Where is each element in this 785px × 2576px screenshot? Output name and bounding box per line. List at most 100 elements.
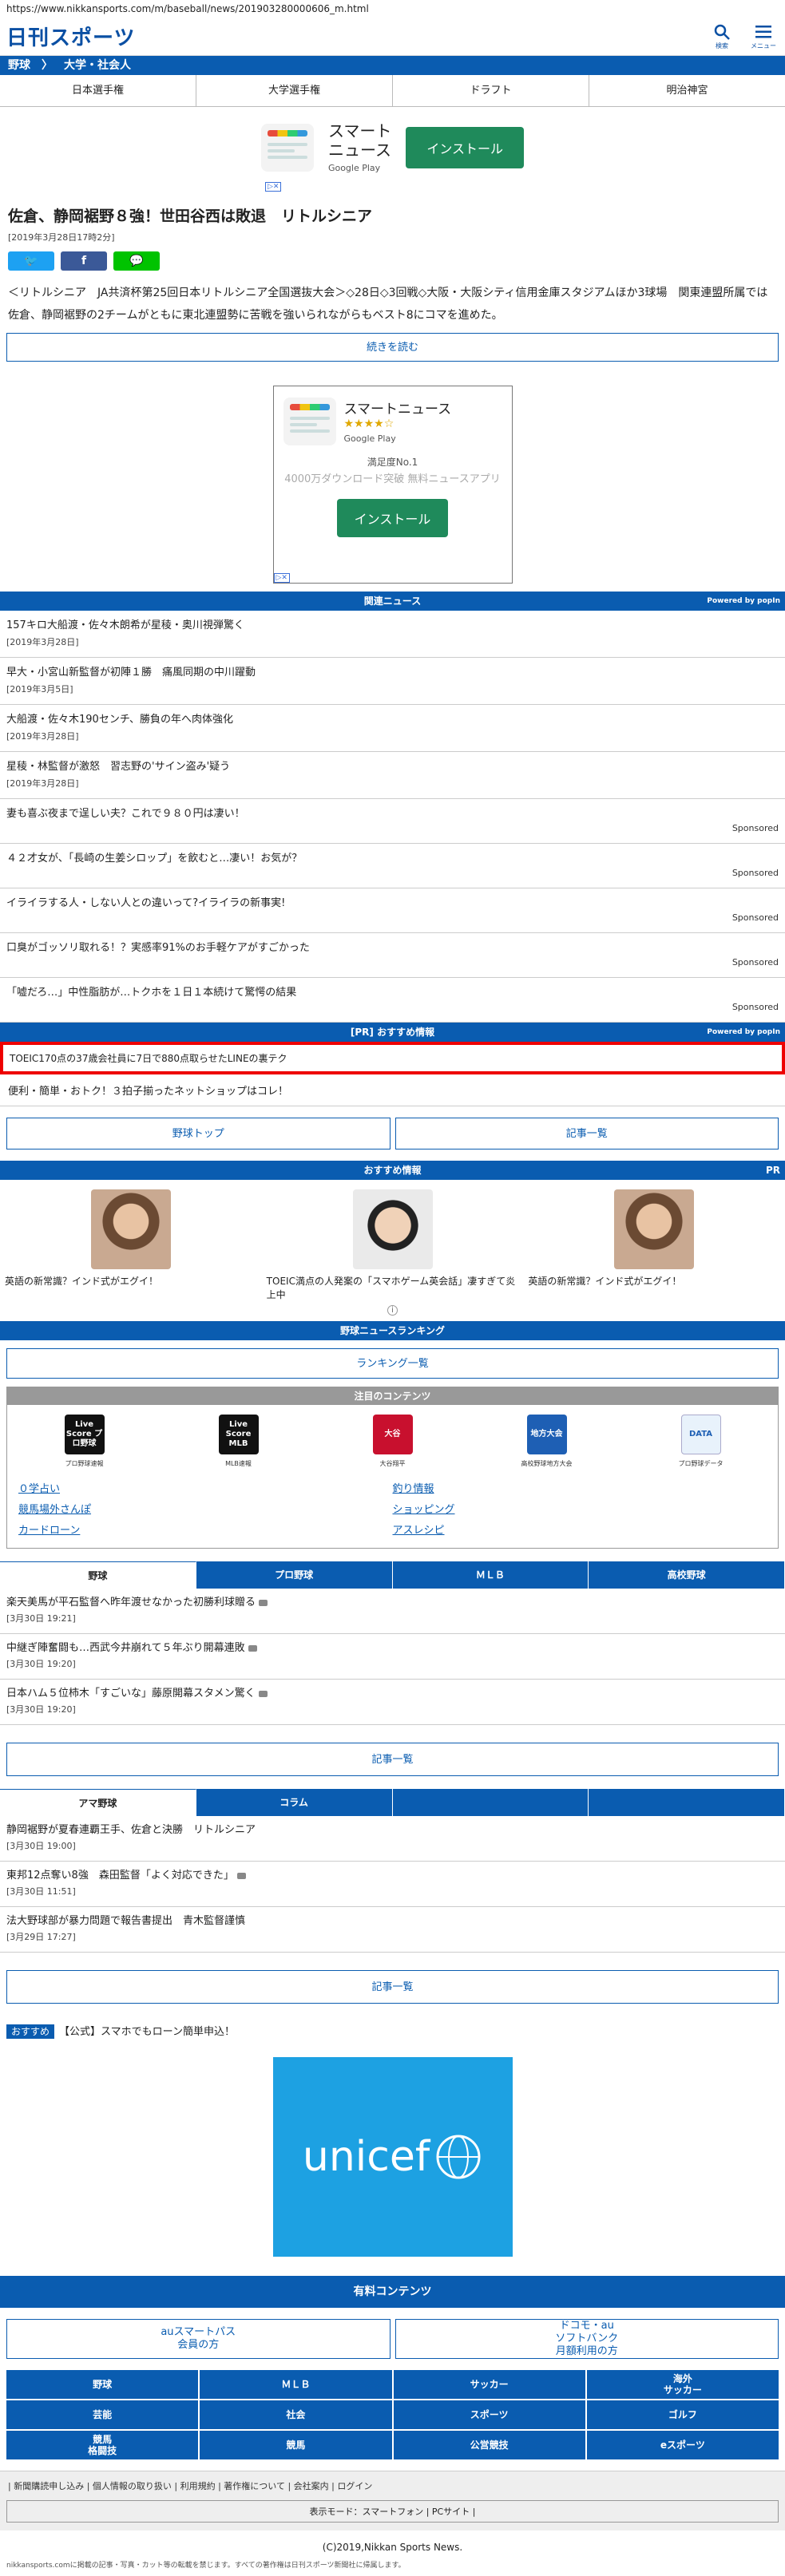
subnav-item[interactable]: 大学選手権 (196, 75, 393, 106)
tab-amateur[interactable]: アマ野球 (0, 1789, 196, 1816)
content-icon-item[interactable]: Live Score プロ野球 プロ野球速報 (53, 1415, 117, 1468)
article-row-title[interactable]: 中継ぎ陣奮闘も…西武今井崩れて５年ぶり開幕連敗 (6, 1642, 245, 1654)
footer-nav-item[interactable]: スポーツ (393, 2400, 585, 2429)
footer-nav-item[interactable]: 競馬 格闘技 (6, 2431, 199, 2459)
recommend-image[interactable] (352, 1189, 433, 1269)
app-ad-box[interactable]: スマートニュース ★★★★☆ Google Play 満足度No.1 4000万… (272, 386, 513, 584)
article-row[interactable]: 東邦12点奪い8強 森田監督「よく対応できた」 [3月30日 11:51] (0, 1862, 785, 1907)
url-bar[interactable]: https://www.nikkansports.com/m/baseball/… (0, 0, 785, 18)
subnav-item[interactable]: ドラフト (393, 75, 589, 106)
sponsored-item[interactable]: ４２才女が、「長崎の生姜シロップ」を飲むと…凄い！お気が？ Sponsored (0, 844, 785, 888)
recommend-text[interactable]: 英語の新常識？インド式がエグイ！ (528, 1274, 780, 1288)
baseball-top-button[interactable]: 野球トップ (6, 1118, 391, 1150)
sponsored-title[interactable]: 口臭がゴッソリ取れる！？実感率91%のお手軽ケアがすごかった (6, 940, 779, 957)
news-title[interactable]: 大船渡・佐々木190センチ、勝負の年へ肉体強化 (6, 711, 779, 729)
recommend-card[interactable]: TOEIC満点の人発案の「スマホゲーム英会話」凄すぎて炎上中 (262, 1189, 524, 1301)
article-row[interactable]: 楽天美馬が平石監督へ昨年渡せなかった初勝利球贈る [3月30日 19:21] (0, 1589, 785, 1634)
tab-baseball[interactable]: 野球 (0, 1561, 196, 1589)
unicef-banner[interactable]: unicef (272, 2057, 513, 2257)
sponsored-item[interactable]: 妻も喜ぶ夜まで逞しい夫？これで９８０円は凄い！ Sponsored (0, 799, 785, 844)
article-row[interactable]: 法大野球部が暴力問題で報告書提出 青木監督謹慎 [3月29日 17:27] (0, 1907, 785, 1953)
recommend-image[interactable] (614, 1189, 695, 1269)
article-row[interactable]: 日本ハム５位柿木「すごいな」藤原開幕スタメン驚く [3月30日 19:20] (0, 1680, 785, 1725)
news-title[interactable]: 早大・小宮山新監督が初陣１勝 痛風同期の中川躍動 (6, 664, 779, 682)
install-button[interactable]: インストール (406, 126, 525, 168)
tab-pro-baseball[interactable]: プロ野球 (196, 1561, 393, 1589)
info-icon[interactable]: i (387, 1305, 398, 1316)
live-score-npb-icon[interactable]: Live Score プロ野球 (64, 1415, 105, 1454)
tab-column[interactable]: コラム (196, 1789, 393, 1816)
content-icon-item[interactable]: 地方大会 高校野球地方大会 (515, 1415, 579, 1468)
article-list-button[interactable]: 記事一覧 (6, 1970, 779, 2004)
sponsored-title[interactable]: ４２才女が、「長崎の生姜シロップ」を飲むと…凄い！お気が？ (6, 850, 779, 868)
article-row-title[interactable]: 日本ハム５位柿木「すごいな」藤原開幕スタメン驚く (6, 1688, 256, 1700)
footer-nav-item[interactable]: 芸能 (6, 2400, 199, 2429)
breadcrumb-college[interactable]: 大学・社会人 (64, 56, 131, 75)
content-icon-item[interactable]: Live Score MLB MLB速報 (207, 1415, 271, 1468)
live-score-mlb-icon[interactable]: Live Score MLB (218, 1415, 259, 1454)
article-list-button[interactable]: 記事一覧 (394, 1118, 779, 1150)
tab-mlb[interactable]: ＭＬＢ (392, 1561, 589, 1589)
menu-button[interactable]: メニュー (748, 22, 779, 50)
subnav-item[interactable]: 日本選手権 (0, 75, 196, 106)
footer-nav-item[interactable]: eスポーツ (586, 2431, 779, 2459)
content-link[interactable]: アスレシピ (393, 1522, 767, 1540)
adchoices-icon[interactable]: ▷✕ (265, 182, 282, 192)
footer-nav-item[interactable]: ＭＬＢ (200, 2370, 392, 2399)
list-item[interactable]: 157キロ大船渡・佐々木朗希が星稜・奥川視弾驚く [2019年3月28日] (0, 611, 785, 658)
recommend-ad-line[interactable]: おすすめ 【公式】スマホでもローン簡単申込！ (0, 2016, 785, 2044)
content-link[interactable]: カードローン (18, 1522, 393, 1540)
sponsored-item[interactable]: 口臭がゴッソリ取れる！？実感率91%のお手軽ケアがすごかった Sponsored (0, 933, 785, 978)
sponsored-title[interactable]: イライラする人・しない人との違いって?イライラの新事実! (6, 895, 779, 912)
content-link[interactable]: ショッピング (393, 1502, 767, 1519)
sponsored-item[interactable]: イライラする人・しない人との違いって?イライラの新事実! Sponsored (0, 888, 785, 933)
adchoices-icon[interactable]: ▷✕ (273, 573, 290, 583)
subnav-item[interactable]: 明治神宮 (589, 75, 785, 106)
footer-nav-item[interactable]: 野球 (6, 2370, 199, 2399)
news-title[interactable]: 157キロ大船渡・佐々木朗希が星稜・奥川視弾驚く (6, 617, 779, 635)
recommend-ad-text[interactable]: 【公式】スマホでもローン簡単申込！ (59, 2026, 235, 2038)
footer-nav-item[interactable]: サッカー (393, 2370, 585, 2399)
tab-high-school[interactable]: 高校野球 (589, 1561, 785, 1589)
recommend-card[interactable]: 英語の新常識？インド式がエグイ！ (0, 1189, 262, 1301)
article-row-title[interactable]: 東邦12点奪い8強 森田監督「よく対応できた」 (6, 1870, 234, 1882)
top-app-ad[interactable]: スマート ニュース Google Play インストール (0, 107, 785, 180)
article-row-title[interactable]: 法大野球部が暴力問題で報告書提出 青木監督謹慎 (6, 1915, 245, 1927)
content-icon-item[interactable]: 大谷 大谷翔平 (361, 1415, 425, 1468)
line-share-button[interactable]: 💬 (113, 251, 160, 271)
recommend-image[interactable] (90, 1189, 171, 1269)
footer-nav-item[interactable]: 公営競技 (393, 2431, 585, 2459)
news-title[interactable]: 星稜・林監督が激怒 習志野の'サイン盗み'疑う (6, 758, 779, 776)
footer-nav-item[interactable]: 社会 (200, 2400, 392, 2429)
twitter-share-button[interactable]: 🐦 (8, 251, 54, 271)
read-more-button[interactable]: 続きを読む (6, 333, 779, 362)
breadcrumb-baseball[interactable]: 野球 (8, 56, 30, 75)
article-row[interactable]: 静岡裾野が夏春連覇王手、佐倉と決勝 リトルシニア [3月30日 19:00] (0, 1816, 785, 1862)
ranking-list-button[interactable]: ランキング一覧 (6, 1348, 779, 1379)
article-row[interactable]: 中継ぎ陣奮闘も…西武今井崩れて５年ぶり開幕連敗 [3月30日 19:20] (0, 1634, 785, 1680)
au-smartpass-button[interactable]: auスマートパス 会員の方 (6, 2319, 391, 2359)
footer-links[interactable]: | 新聞購読申し込み | 個人情報の取り扱い | 利用規約 | 著作権について … (0, 2471, 785, 2500)
footer-nav-item[interactable]: 海外 サッカー (586, 2370, 779, 2399)
footer-nav-item[interactable]: ゴルフ (586, 2400, 779, 2429)
article-list-button[interactable]: 記事一覧 (6, 1743, 779, 1776)
facebook-share-button[interactable]: f (61, 251, 107, 271)
footer-nav-item[interactable]: 競馬 (200, 2431, 392, 2459)
recommend-card[interactable]: 英語の新常識？インド式がエグイ！ (523, 1189, 785, 1301)
data-icon[interactable]: DATA (680, 1415, 721, 1454)
article-row-title[interactable]: 静岡裾野が夏春連覇王手、佐倉と決勝 リトルシニア (6, 1824, 256, 1836)
article-row-title[interactable]: 楽天美馬が平石監督へ昨年渡せなかった初勝利球贈る (6, 1597, 256, 1609)
sponsored-title[interactable]: 「嘘だろ…」中性脂肪が…トクホを１日１本続けて驚愕の結果 (6, 984, 779, 1002)
carrier-billing-button[interactable]: ドコモ・au ソフトバンク 月額利用の方 (394, 2319, 779, 2359)
powered-by-label[interactable]: Powered by popIn (707, 592, 780, 611)
pr-highlight-item[interactable]: TOEIC170点の37歳会社員に7日で880点取らせたLINEの裏テク (0, 1042, 785, 1074)
search-button[interactable]: 検索 (707, 22, 737, 50)
content-link[interactable]: ０学占い (18, 1481, 393, 1498)
regional-tournament-icon[interactable]: 地方大会 (526, 1415, 567, 1454)
sponsored-title[interactable]: 妻も喜ぶ夜まで逞しい夫？これで９８０円は凄い！ (6, 805, 779, 823)
recommend-text[interactable]: 英語の新常識？インド式がエグイ！ (5, 1274, 257, 1288)
content-link[interactable]: 競馬場外さんぽ (18, 1502, 393, 1519)
recommend-text[interactable]: TOEIC満点の人発案の「スマホゲーム英会話」凄すぎて炎上中 (267, 1274, 519, 1301)
content-icon-item[interactable]: DATA プロ野球データ (669, 1415, 733, 1468)
install-button[interactable]: インストール (336, 499, 449, 537)
